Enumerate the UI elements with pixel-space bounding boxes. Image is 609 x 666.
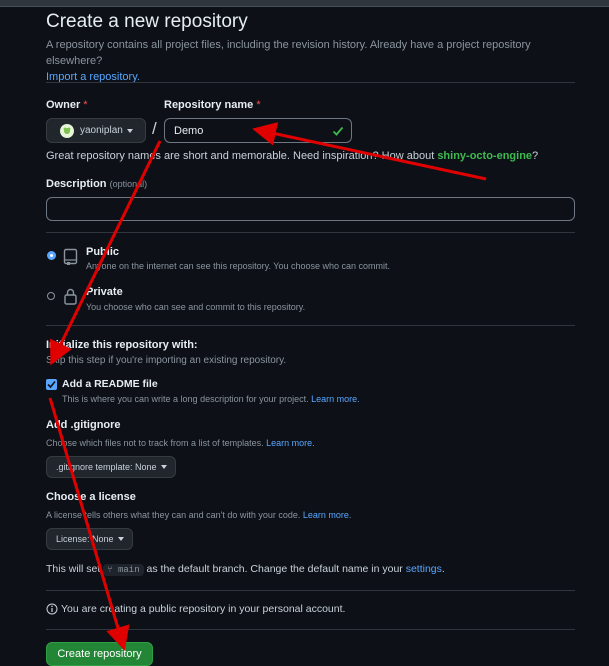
repo-name-label-text: Repository name (164, 99, 254, 111)
initialize-subtext: Skip this step if you're importing an ex… (46, 355, 287, 366)
branch-code: ⑂ main (103, 564, 144, 576)
repo-name-input[interactable] (164, 118, 352, 143)
readme-description: This is where you can write a long descr… (62, 394, 360, 404)
check-icon (47, 380, 56, 389)
public-radio[interactable] (47, 251, 56, 260)
repo-name-label: Repository name * (164, 99, 261, 111)
default-branch-note: This will set ⑂ main as the default bran… (46, 563, 445, 576)
create-repository-button[interactable]: Create repository (46, 642, 153, 666)
page-title: Create a new repository (46, 11, 248, 32)
subtitle-text: A repository contains all project files,… (46, 39, 531, 67)
public-account-notice: You are creating a public repository in … (46, 603, 345, 615)
chevron-down-icon (117, 537, 124, 541)
license-select-label: License: None (56, 534, 114, 544)
license-heading: Choose a license (46, 491, 136, 503)
gitignore-description: Choose which files not to track from a l… (46, 438, 315, 448)
divider (46, 82, 575, 83)
private-label: Private (86, 286, 123, 298)
chevron-down-icon (126, 128, 133, 133)
divider (46, 232, 575, 233)
gitignore-heading: Add .gitignore (46, 419, 121, 431)
branch-name: main (118, 565, 140, 575)
divider (46, 325, 575, 326)
license-learn-more-link[interactable]: Learn more. (303, 510, 352, 520)
description-label-text: Description (46, 178, 107, 190)
license-description: A license tells others what they can and… (46, 510, 351, 520)
optional-hint: (optional) (109, 179, 148, 189)
suggestion-prefix: Great repository names are short and mem… (46, 150, 438, 162)
license-desc-text: A license tells others what they can and… (46, 510, 301, 520)
private-radio[interactable] (47, 292, 55, 300)
branch-suffix: . (441, 563, 445, 575)
readme-desc-text: This is where you can write a long descr… (62, 394, 309, 404)
page-subtitle: A repository contains all project files,… (46, 37, 576, 85)
chevron-down-icon (160, 465, 167, 469)
readme-label[interactable]: Add a README file (62, 378, 158, 390)
user-avatar-icon (60, 123, 74, 138)
gitignore-learn-more-link[interactable]: Learn more. (266, 438, 315, 448)
readme-checkbox[interactable] (46, 379, 57, 390)
public-description: Anyone on the internet can see this repo… (86, 261, 391, 271)
public-label: Public (86, 246, 120, 258)
repo-name-suggestion: Great repository names are short and mem… (46, 150, 538, 162)
check-icon (332, 124, 344, 142)
branch-middle: as the default branch. Change the defaul… (143, 563, 406, 575)
readme-learn-more-link[interactable]: Learn more. (311, 394, 360, 404)
window-top-edge (0, 0, 609, 7)
license-select[interactable]: License: None (46, 528, 133, 550)
gitignore-template-select[interactable]: .gitignore template: None (46, 456, 176, 478)
required-mark: * (83, 99, 88, 111)
branch-prefix: This will set (46, 563, 104, 575)
settings-link[interactable]: settings (406, 563, 442, 575)
gitignore-desc-text: Choose which files not to track from a l… (46, 438, 264, 448)
suggested-name-link[interactable]: shiny-octo-engine (437, 150, 532, 162)
divider (46, 590, 575, 591)
suggestion-suffix: ? (532, 150, 539, 162)
repo-icon (63, 248, 78, 271)
description-input[interactable] (46, 197, 575, 221)
git-branch-icon: ⑂ (107, 565, 113, 575)
description-label: Description (optional) (46, 178, 147, 190)
required-mark: * (256, 99, 261, 111)
divider (46, 629, 575, 630)
annotation-arrows (48, 122, 487, 651)
owner-repo-separator: / (152, 119, 157, 138)
initialize-heading: Initialize this repository with: (46, 339, 198, 351)
gitignore-select-label: .gitignore template: None (56, 462, 157, 472)
owner-label-text: Owner (46, 99, 81, 111)
lock-icon (63, 288, 78, 310)
owner-select[interactable]: yaoniplan (46, 118, 146, 143)
info-icon (46, 603, 58, 615)
private-description: You choose who can see and commit to thi… (86, 302, 306, 312)
owner-label: Owner * (46, 99, 88, 111)
notice-text: You are creating a public repository in … (61, 603, 346, 615)
owner-value: yaoniplan (80, 125, 123, 136)
